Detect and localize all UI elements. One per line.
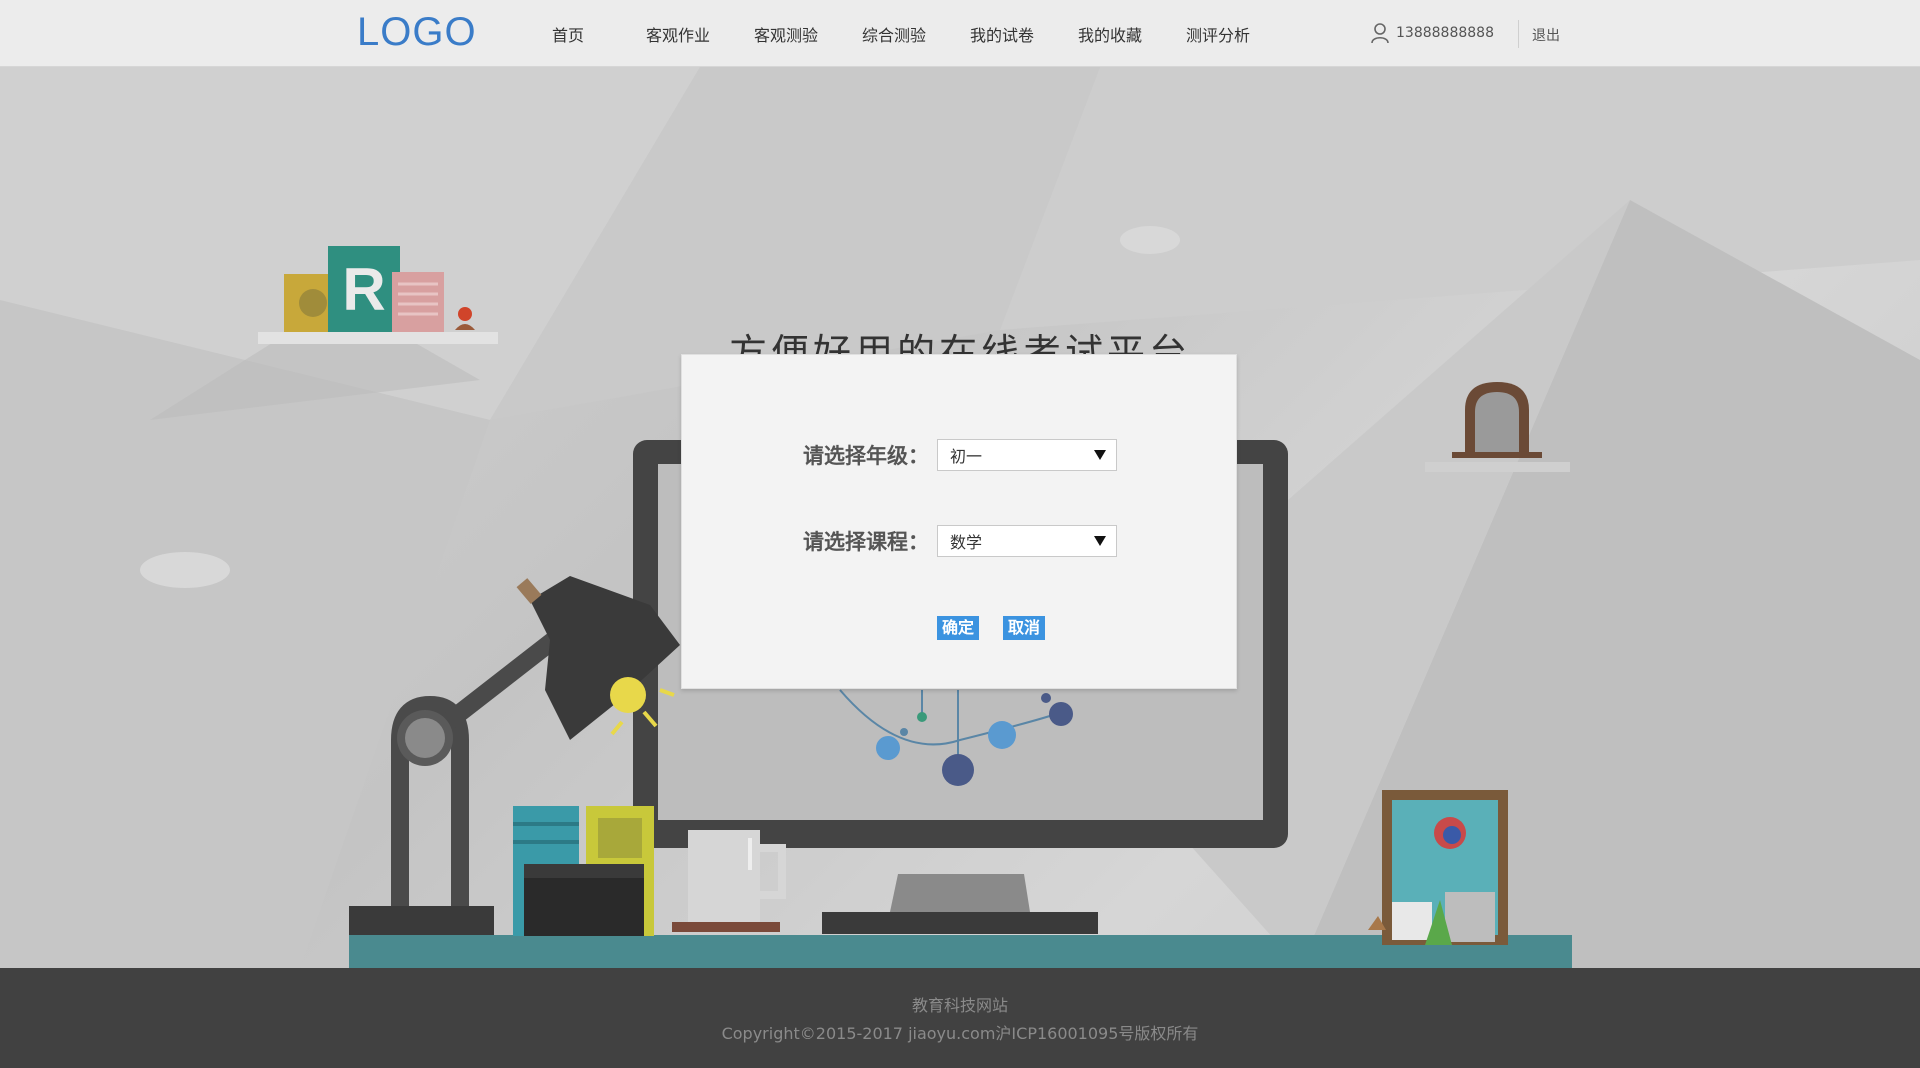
footer-copyright: Copyright©2015-2017 jiaoyu.com沪ICP160010…	[721, 1024, 1199, 1043]
grade-select[interactable]: 初一	[937, 439, 1117, 471]
nav-assessment-analysis[interactable]: 测评分析	[1164, 22, 1272, 46]
nav-objective-quiz[interactable]: 客观测验	[732, 22, 840, 46]
header-divider	[1518, 20, 1519, 48]
dropdown-arrow-icon	[1094, 536, 1106, 546]
site-logo[interactable]: LOGO	[357, 10, 477, 55]
nav-home[interactable]: 首页	[532, 22, 604, 46]
nav-comprehensive-quiz[interactable]: 综合测验	[840, 22, 948, 46]
user-phone: 13888888888	[1396, 25, 1494, 41]
course-selection-dialog: 请选择年级： 初一 请选择课程： 数学 确定 取消	[681, 354, 1237, 689]
course-label: 请选择课程：	[803, 530, 929, 554]
nav-my-papers[interactable]: 我的试卷	[948, 22, 1056, 46]
course-row: 请选择课程： 数学	[682, 525, 1117, 557]
course-selected-value: 数学	[950, 533, 983, 552]
logout-link[interactable]: 退出	[1532, 25, 1560, 45]
confirm-button[interactable]: 确定	[937, 616, 980, 640]
svg-text:R: R	[342, 256, 385, 323]
top-navbar: LOGO 首页 客观作业 客观测验 综合测验 我的试卷 我的收藏 测评分析 13…	[0, 0, 1920, 67]
picture-frame	[1368, 790, 1508, 945]
main-nav: 首页 客观作业 客观测验 综合测验 我的试卷 我的收藏 测评分析	[532, 0, 1272, 67]
cancel-button[interactable]: 取消	[1003, 616, 1046, 640]
page-footer: 教育科技网站 Copyright©2015-2017 jiaoyu.com沪IC…	[0, 968, 1920, 1068]
grade-label: 请选择年级：	[803, 444, 929, 468]
dropdown-arrow-icon	[1094, 450, 1106, 460]
grade-selected-value: 初一	[950, 447, 983, 466]
grade-row: 请选择年级： 初一	[682, 439, 1117, 471]
course-select[interactable]: 数学	[937, 525, 1117, 557]
nav-objective-homework[interactable]: 客观作业	[624, 22, 732, 46]
user-account[interactable]: 13888888888	[1370, 22, 1494, 44]
footer-site-name: 教育科技网站	[911, 996, 1008, 1015]
nav-my-favorites[interactable]: 我的收藏	[1056, 22, 1164, 46]
user-icon	[1371, 23, 1389, 44]
